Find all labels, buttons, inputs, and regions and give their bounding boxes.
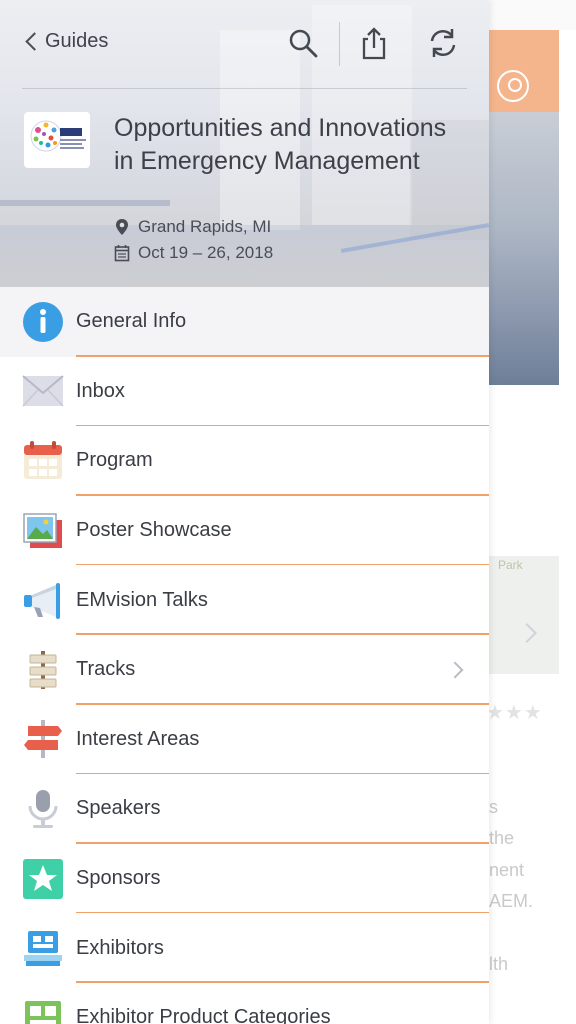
direction-sign-icon bbox=[22, 718, 64, 760]
menu-item-inbox[interactable]: Inbox bbox=[0, 357, 489, 427]
toolbar-divider bbox=[339, 22, 340, 66]
menu-item-sponsors[interactable]: Sponsors bbox=[0, 844, 489, 914]
background-text-fragment: nent bbox=[489, 860, 525, 880]
chevron-right-icon bbox=[446, 661, 464, 679]
menu-item-tracks[interactable]: Tracks bbox=[0, 635, 489, 705]
back-button-label: Guides bbox=[45, 30, 109, 52]
guide-menu: General Info Inbox Program Poster Showca… bbox=[0, 287, 489, 1024]
megaphone-icon bbox=[22, 579, 64, 621]
menu-item-poster-showcase[interactable]: Poster Showcase bbox=[0, 496, 489, 566]
search-icon[interactable] bbox=[286, 26, 320, 60]
event-location-text: Grand Rapids, MI bbox=[138, 217, 272, 236]
menu-item-exhibitor-product-categories[interactable]: Exhibitor Product Categories bbox=[0, 983, 489, 1024]
menu-item-label: EMvision Talks bbox=[76, 588, 208, 611]
menu-item-label: Interest Areas bbox=[76, 727, 200, 750]
share-icon[interactable] bbox=[357, 26, 391, 60]
info-icon bbox=[22, 301, 64, 343]
background-map[interactable] bbox=[489, 556, 559, 674]
menu-item-label: Tracks bbox=[76, 658, 136, 681]
back-button[interactable]: Guides bbox=[22, 30, 108, 53]
microphone-icon bbox=[22, 788, 64, 830]
menu-item-label: Poster Showcase bbox=[76, 519, 232, 542]
menu-item-label: Program bbox=[76, 449, 153, 472]
envelope-icon bbox=[22, 370, 64, 412]
storefront-icon bbox=[22, 997, 64, 1024]
menu-item-label: General Info bbox=[76, 310, 187, 333]
event-dates: Oct 19 – 26, 2018 bbox=[114, 243, 273, 263]
event-title: Opportunities and Innovations in Emergen… bbox=[114, 114, 447, 175]
bridge-decoration bbox=[0, 200, 170, 206]
menu-item-label: Sponsors bbox=[76, 867, 161, 890]
background-text-fragment: lth bbox=[489, 954, 509, 974]
menu-item-label: Exhibitor Product Categories bbox=[76, 1006, 331, 1024]
event-dates-text: Oct 19 – 26, 2018 bbox=[138, 243, 274, 262]
menu-item-program[interactable]: Program bbox=[0, 426, 489, 496]
menu-item-label: Speakers bbox=[76, 797, 161, 820]
map-label: Park bbox=[498, 558, 523, 572]
menu-item-general-info[interactable]: General Info bbox=[0, 287, 489, 357]
menu-item-interest-areas[interactable]: Interest Areas bbox=[0, 705, 489, 775]
booth-icon bbox=[22, 927, 64, 969]
background-text-fragment: AEM. bbox=[489, 891, 534, 911]
profile-icon[interactable] bbox=[497, 70, 529, 102]
chevron-left-icon bbox=[25, 32, 44, 51]
event-header: Guides Opportunities and Innovations in … bbox=[0, 0, 489, 287]
menu-item-emvision-talks[interactable]: EMvision Talks bbox=[0, 565, 489, 635]
background-topbar bbox=[489, 0, 576, 30]
menu-item-exhibitors[interactable]: Exhibitors bbox=[0, 913, 489, 983]
menu-item-speakers[interactable]: Speakers bbox=[0, 774, 489, 844]
menu-item-label: Inbox bbox=[76, 379, 125, 402]
background-text-fragment: the bbox=[489, 828, 515, 848]
event-logo bbox=[24, 112, 90, 168]
menu-item-label: Exhibitors bbox=[76, 936, 164, 959]
signpost-icon bbox=[22, 649, 64, 691]
event-location: Grand Rapids, MI bbox=[114, 217, 271, 237]
calendar-icon bbox=[22, 440, 64, 482]
picture-icon bbox=[22, 510, 64, 552]
background-text-fragment: s bbox=[489, 797, 498, 817]
background-profile-band bbox=[489, 30, 559, 112]
navigation-drawer: Guides Opportunities and Innovations in … bbox=[0, 0, 489, 1024]
location-pin-icon bbox=[116, 219, 128, 235]
header-divider bbox=[22, 88, 467, 89]
calendar-small-icon bbox=[114, 245, 130, 262]
star-icon bbox=[22, 858, 64, 900]
refresh-icon[interactable] bbox=[426, 26, 460, 60]
rating-stars: ★★★ bbox=[486, 702, 543, 724]
